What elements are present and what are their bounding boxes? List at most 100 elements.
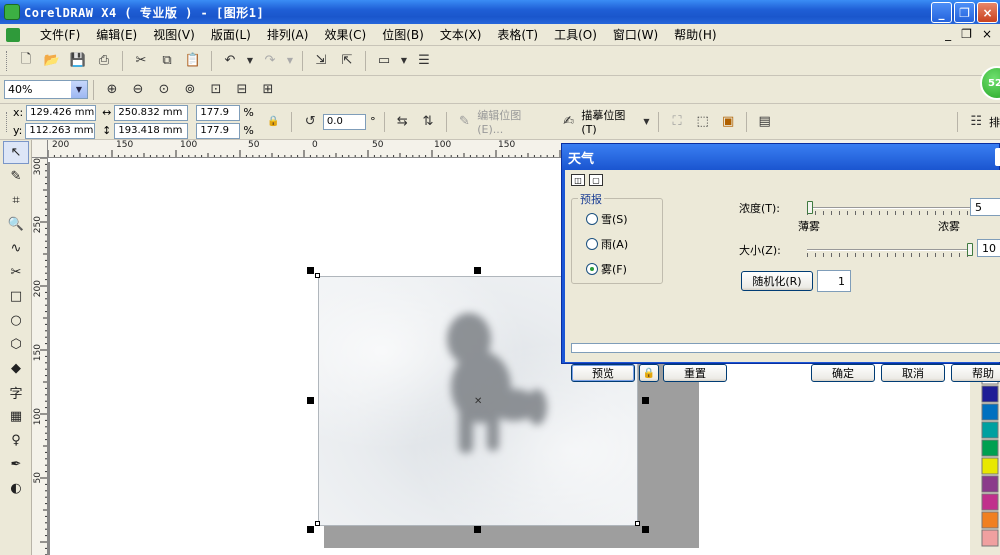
resize-handle[interactable] (642, 397, 649, 404)
copy-icon[interactable]: ⧉ (156, 50, 178, 72)
arrange-icon[interactable]: ☷ (965, 111, 987, 133)
rotation-field[interactable]: 0.0 (322, 113, 367, 130)
color-swatch[interactable] (981, 511, 999, 529)
preview-split-icon[interactable]: ◫ (571, 174, 585, 186)
table-tool-icon[interactable]: ▦ (3, 405, 29, 428)
scale-y-field[interactable]: 177.9 (196, 122, 241, 139)
color-swatch[interactable] (981, 403, 999, 421)
preview-single-icon[interactable]: ▢ (589, 174, 603, 186)
menu-text[interactable]: 文本(X) (432, 26, 490, 43)
radio-snow-circle[interactable] (586, 213, 598, 225)
width-field[interactable]: 250.832 mm (114, 104, 189, 121)
undo-icon[interactable]: ↶ (219, 50, 241, 72)
smart-fill-tool-icon[interactable]: ✂ (3, 261, 29, 284)
scale-x-field[interactable]: 177.9 (196, 104, 241, 121)
bitmap-color-mask-icon[interactable]: ▣ (717, 111, 739, 133)
edit-bitmap-icon[interactable]: ✎ (454, 111, 476, 133)
zoom-tool-icon[interactable]: 🔍 (3, 213, 29, 236)
menu-arrange[interactable]: 排列(A) (259, 26, 317, 43)
preview-lock-icon[interactable]: 🔒 (639, 364, 659, 382)
close-button[interactable]: × (977, 2, 998, 23)
print-icon[interactable]: ⎙ (93, 50, 115, 72)
color-swatch[interactable] (981, 475, 999, 493)
redo-dropdown-icon[interactable]: ▼ (285, 50, 295, 72)
dialog-close-button[interactable] (995, 148, 1000, 166)
cut-icon[interactable]: ✂ (130, 50, 152, 72)
dimension-tool-icon[interactable]: ♀ (3, 429, 29, 452)
lock-ratio-icon[interactable]: 🔒 (263, 111, 285, 133)
freehand-tool-icon[interactable]: ∿ (3, 237, 29, 260)
radio-fog-circle[interactable] (586, 263, 598, 275)
ellipse-tool-icon[interactable]: ○ (3, 309, 29, 332)
color-swatch[interactable] (981, 529, 999, 547)
ruler-origin[interactable] (32, 140, 48, 158)
document-icon[interactable] (6, 27, 20, 42)
menu-tools[interactable]: 工具(O) (546, 26, 605, 43)
menu-file[interactable]: 文件(F) (32, 26, 88, 43)
trace-bitmap-button[interactable]: 描摹位图(T) (581, 107, 639, 136)
shape-tool-icon[interactable]: ✎ (3, 165, 29, 188)
color-swatch[interactable] (981, 421, 999, 439)
zoom-page-width-icon[interactable]: ⊟ (231, 79, 253, 101)
crop-bitmap-icon[interactable]: ⛶ (666, 111, 688, 133)
radio-snow[interactable]: 雪(S) (586, 211, 628, 227)
import-icon[interactable]: ⇲ (310, 50, 332, 72)
x-position-field[interactable]: 129.426 mm (26, 104, 97, 121)
basic-shapes-tool-icon[interactable]: ◆ (3, 357, 29, 380)
menu-bitmaps[interactable]: 位图(B) (374, 26, 432, 43)
color-swatch[interactable] (981, 439, 999, 457)
help-button[interactable]: 帮助 (951, 364, 1000, 382)
resize-handle[interactable] (307, 397, 314, 404)
density-value-field[interactable]: 5 (970, 198, 1000, 216)
launcher-dropdown-icon[interactable]: ▼ (399, 50, 409, 72)
save-icon[interactable]: 💾 (67, 50, 89, 72)
radio-fog[interactable]: 雾(F) (586, 261, 627, 277)
resize-handle[interactable] (642, 526, 649, 533)
randomize-seed-field[interactable]: 1 (817, 270, 851, 292)
mirror-vertical-icon[interactable]: ⇅ (417, 111, 439, 133)
density-slider[interactable] (807, 201, 973, 215)
preview-button[interactable]: 预览 (571, 364, 635, 382)
minimize-button[interactable]: _ (931, 2, 952, 23)
doc-close-button[interactable]: × (982, 27, 992, 41)
resize-handle[interactable] (474, 526, 481, 533)
pick-tool-icon[interactable]: ↖ (3, 141, 29, 164)
size-slider[interactable] (807, 243, 973, 257)
zoom-page-icon[interactable]: ⊡ (205, 79, 227, 101)
zoom-in-icon[interactable]: ⊕ (101, 79, 123, 101)
zoom-out-icon[interactable]: ⊖ (127, 79, 149, 101)
cancel-button[interactable]: 取消 (881, 364, 945, 382)
doc-minimize-button[interactable]: _ (945, 27, 951, 41)
randomize-button[interactable]: 随机化(R) (741, 271, 813, 291)
resize-handle[interactable] (307, 267, 314, 274)
color-swatch[interactable] (981, 457, 999, 475)
property-bar-grip[interactable] (6, 111, 9, 132)
rectangle-tool-icon[interactable]: □ (3, 285, 29, 308)
new-file-icon[interactable]: 🗋 (15, 50, 37, 72)
node-handle[interactable] (315, 521, 320, 526)
y-position-field[interactable]: 112.263 mm (25, 122, 96, 139)
undo-dropdown-icon[interactable]: ▼ (245, 50, 255, 72)
open-folder-icon[interactable]: 📂 (41, 50, 63, 72)
outline-tool-icon[interactable]: ◐ (3, 477, 29, 500)
height-field[interactable]: 193.418 mm (114, 122, 189, 139)
node-handle[interactable] (635, 521, 640, 526)
application-launcher-icon[interactable]: ▭ (373, 50, 395, 72)
menu-table[interactable]: 表格(T) (489, 26, 546, 43)
eyedropper-tool-icon[interactable]: ✒ (3, 453, 29, 476)
text-tool-icon[interactable]: 字 (3, 381, 29, 404)
doc-restore-button[interactable]: ❐ (961, 27, 972, 41)
polygon-tool-icon[interactable]: ⬡ (3, 333, 29, 356)
toolbar-grip[interactable] (6, 50, 9, 71)
density-slider-thumb[interactable] (807, 201, 813, 214)
menu-effects[interactable]: 效果(C) (316, 26, 374, 43)
resize-handle[interactable] (474, 267, 481, 274)
color-swatch[interactable] (981, 385, 999, 403)
paste-icon[interactable]: 📋 (182, 50, 204, 72)
ok-button[interactable]: 确定 (811, 364, 875, 382)
redo-icon[interactable]: ↷ (259, 50, 281, 72)
crop-tool-icon[interactable]: ⌗ (3, 189, 29, 212)
size-slider-thumb[interactable] (967, 243, 973, 256)
resize-handle[interactable] (307, 526, 314, 533)
color-swatch[interactable] (981, 493, 999, 511)
